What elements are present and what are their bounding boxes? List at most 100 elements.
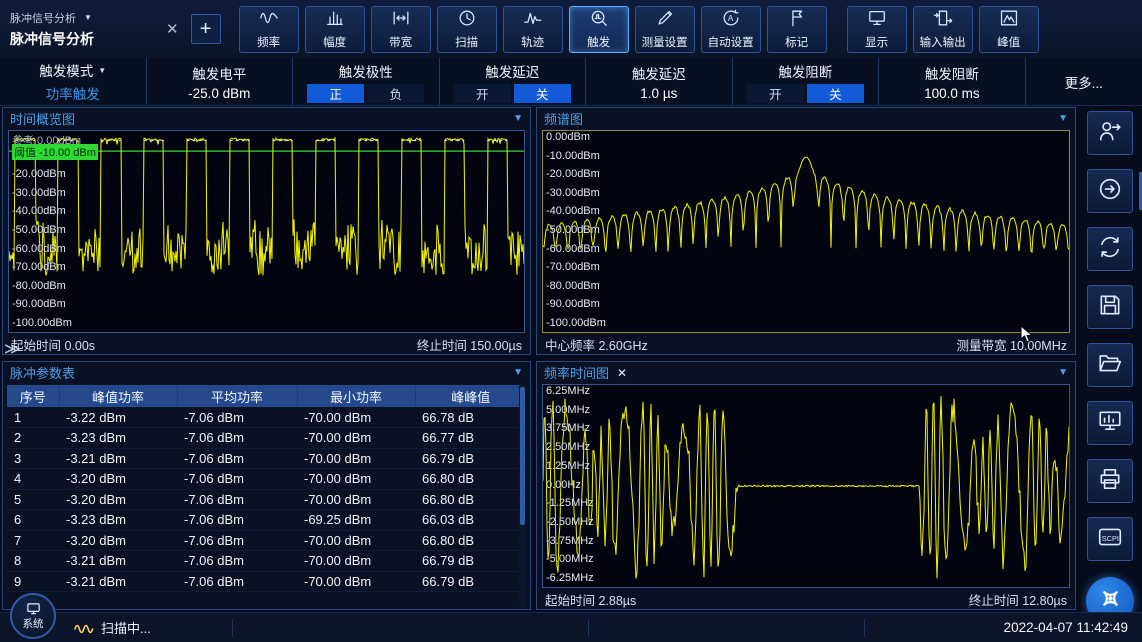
table-cell: -70.00 dBm (297, 448, 415, 469)
table-row[interactable]: 4-3.20 dBm-7.06 dBm-70.00 dBm66.80 dB (7, 469, 526, 490)
table-cell: -70.00 dBm (297, 571, 415, 592)
panel-menu-caret-icon[interactable]: ▼ (513, 113, 523, 124)
toolbar-button-label: 触发 (587, 34, 610, 50)
login-icon (1097, 118, 1123, 149)
setting-trigger-holdoff-value: 触发阻断100.0 ms (879, 58, 1026, 105)
table-cell: 2 (7, 428, 59, 449)
toolbar-button-bandwidth[interactable]: 带宽 (371, 6, 431, 53)
system-button[interactable]: 系统 (10, 593, 56, 639)
toolbar-button-io[interactable]: 输入输出 (913, 6, 973, 53)
sidebar-button-print[interactable] (1087, 459, 1133, 503)
trace-icon (523, 8, 543, 33)
toolbar-button-marker[interactable]: 标记 (767, 6, 827, 53)
table-row[interactable]: 9-3.21 dBm-7.06 dBm-70.00 dBm66.79 dB (7, 571, 526, 592)
tab-close-icon[interactable]: ✕ (166, 20, 179, 38)
table-cell: -70.00 dBm (297, 551, 415, 572)
setting-label: 触发延迟 (485, 61, 539, 81)
setting-label[interactable]: 更多... (1065, 72, 1103, 92)
spectrum-chart[interactable]: 0.00dBm-10.00dBm-20.00dBm-30.00dBm-40.00… (542, 130, 1070, 333)
measurement-bandwidth-label: 测量带宽 10.00MHz (957, 335, 1067, 354)
panel-pulse-table: 脉冲参数表 ▼ 序号峰值功率平均功率最小功率峰峰值1-3.22 dBm-7.06… (2, 361, 531, 610)
table-scrollbar[interactable] (519, 385, 526, 607)
toolbar-button-peak[interactable]: 峰值 (979, 6, 1039, 53)
panel-menu-caret-icon[interactable]: ▼ (1058, 367, 1068, 378)
setting-value[interactable]: 100.0 ms (924, 86, 980, 101)
toggle-option-0[interactable]: 正 (307, 84, 364, 103)
sidebar-button-save[interactable] (1087, 285, 1133, 329)
table-row[interactable]: 5-3.20 dBm-7.06 dBm-70.00 dBm66.80 dB (7, 489, 526, 510)
toolbar-button-label: 峰值 (997, 34, 1020, 50)
sidebar-button-open[interactable] (1087, 343, 1133, 387)
setting-value[interactable]: 功率触发 (46, 83, 100, 103)
dropdown-caret-icon[interactable]: ▼ (98, 66, 106, 75)
table-scrollbar-thumb[interactable] (520, 387, 525, 525)
frequency-time-chart[interactable]: 6.25MHz5.00MHz3.75MHz2.50MHz1.25MHz0.00H… (542, 384, 1070, 588)
setting-trigger-mode: 触发模式▼功率触发 (0, 58, 147, 105)
panel-title-time-overview: 时间概览图 (10, 109, 75, 128)
panel-title-spectrum: 频谱图 (544, 109, 583, 128)
toolbar-button-trace[interactable]: 轨迹 (503, 6, 563, 53)
setting-label: 触发延迟 (632, 63, 686, 83)
end-time-label: 终止时间 150.00µs (417, 335, 522, 354)
table-cell: -7.06 dBm (177, 469, 297, 490)
table-row[interactable]: 1-3.22 dBm-7.06 dBm-70.00 dBm66.78 dB (7, 407, 526, 428)
table-cell: -7.06 dBm (177, 551, 297, 572)
table-cell: -3.20 dBm (59, 489, 177, 510)
table-cell: 7 (7, 530, 59, 551)
sidebar-button-sync[interactable] (1087, 227, 1133, 271)
trigger-icon (589, 8, 609, 33)
expand-handle-icon[interactable]: ≫ (4, 339, 18, 359)
time-overview-chart[interactable]: -20.00dBm-30.00dBm-40.00dBm-50.00dBm-60.… (8, 130, 525, 333)
toggle-option-1[interactable]: 关 (807, 84, 864, 103)
measurement-tab[interactable]: 脉冲信号分析 ▼ 脉冲信号分析 (10, 10, 160, 49)
add-tab-button[interactable]: + (191, 14, 221, 44)
start-time-label: 起始时间 2.88µs (545, 590, 636, 609)
bandwidth-icon (391, 8, 411, 33)
statusbar-divider (588, 619, 589, 637)
tab-title: 脉冲信号分析 (10, 29, 160, 49)
table-row[interactable]: 2-3.23 dBm-7.06 dBm-70.00 dBm66.77 dB (7, 428, 526, 449)
toggle-option-1[interactable]: 负 (367, 84, 424, 103)
table-cell: -7.06 dBm (177, 530, 297, 551)
toggle-option-1[interactable]: 关 (514, 84, 571, 103)
table-cell: -7.06 dBm (177, 510, 297, 531)
table-header-cell: 序号 (7, 385, 59, 407)
table-cell: -3.23 dBm (59, 428, 177, 449)
toolbar-button-group: 频率幅度带宽扫描轨迹触发 测量设置A自动设置标记显示输入输出峰值 (239, 6, 1039, 53)
setting-value[interactable]: -25.0 dBm (188, 86, 250, 101)
table-header-cell: 峰值功率 (59, 385, 177, 407)
panel-menu-caret-icon[interactable]: ▼ (1058, 113, 1068, 124)
right-sidebar: SCPI (1080, 111, 1140, 611)
table-row[interactable]: 8-3.21 dBm-7.06 dBm-70.00 dBm66.79 dB (7, 551, 526, 572)
setting-value[interactable]: 1.0 µs (640, 86, 677, 101)
sidebar-button-user-login[interactable] (1087, 111, 1133, 155)
tab-dropdown-caret-icon[interactable]: ▼ (84, 13, 92, 22)
panel-spectrum: 频谱图 ▼ 0.00dBm-10.00dBm-20.00dBm-30.00dBm… (536, 107, 1076, 355)
main-area: 时间概览图 ▼ -20.00dBm-30.00dBm-40.00dBm-50.0… (0, 107, 1142, 612)
table-row[interactable]: 3-3.21 dBm-7.06 dBm-70.00 dBm66.79 dB (7, 448, 526, 469)
toolbar-button-sweep[interactable]: 扫描 (437, 6, 497, 53)
sidebar-button-forward[interactable] (1087, 169, 1133, 213)
printer-icon (1097, 466, 1123, 497)
sidebar-button-report[interactable] (1087, 401, 1133, 445)
setting-trigger-delay-switch: 触发延迟开关 (440, 58, 587, 105)
table-cell: -3.21 dBm (59, 571, 177, 592)
toolbar-button-trigger[interactable]: 触发 (569, 6, 629, 53)
close-panel-icon[interactable]: ✕ (617, 366, 627, 380)
toolbar-button-frequency[interactable]: 频率 (239, 6, 299, 53)
toolbar-button-auto-setup[interactable]: A自动设置 (701, 6, 761, 53)
sweep-status-text: 扫描中... (101, 618, 151, 637)
sidebar-button-scpi[interactable]: SCPI (1087, 517, 1133, 561)
table-row[interactable]: 7-3.20 dBm-7.06 dBm-70.00 dBm66.80 dB (7, 530, 526, 551)
panel-menu-caret-icon[interactable]: ▼ (513, 367, 523, 378)
toggle-option-0[interactable]: 开 (454, 84, 511, 103)
table-cell: -7.06 dBm (177, 489, 297, 510)
toolbar-button-measure-setup[interactable]: 测量设置 (635, 6, 695, 53)
toolbar-button-display[interactable]: 显示 (847, 6, 907, 53)
table-cell: -3.23 dBm (59, 510, 177, 531)
toolbar-button-amplitude[interactable]: 幅度 (305, 6, 365, 53)
setting-more[interactable]: 更多... (1026, 58, 1142, 105)
table-cell: -3.22 dBm (59, 407, 177, 428)
table-row[interactable]: 6-3.23 dBm-7.06 dBm-69.25 dBm66.03 dB (7, 510, 526, 531)
toggle-option-0[interactable]: 开 (747, 84, 804, 103)
